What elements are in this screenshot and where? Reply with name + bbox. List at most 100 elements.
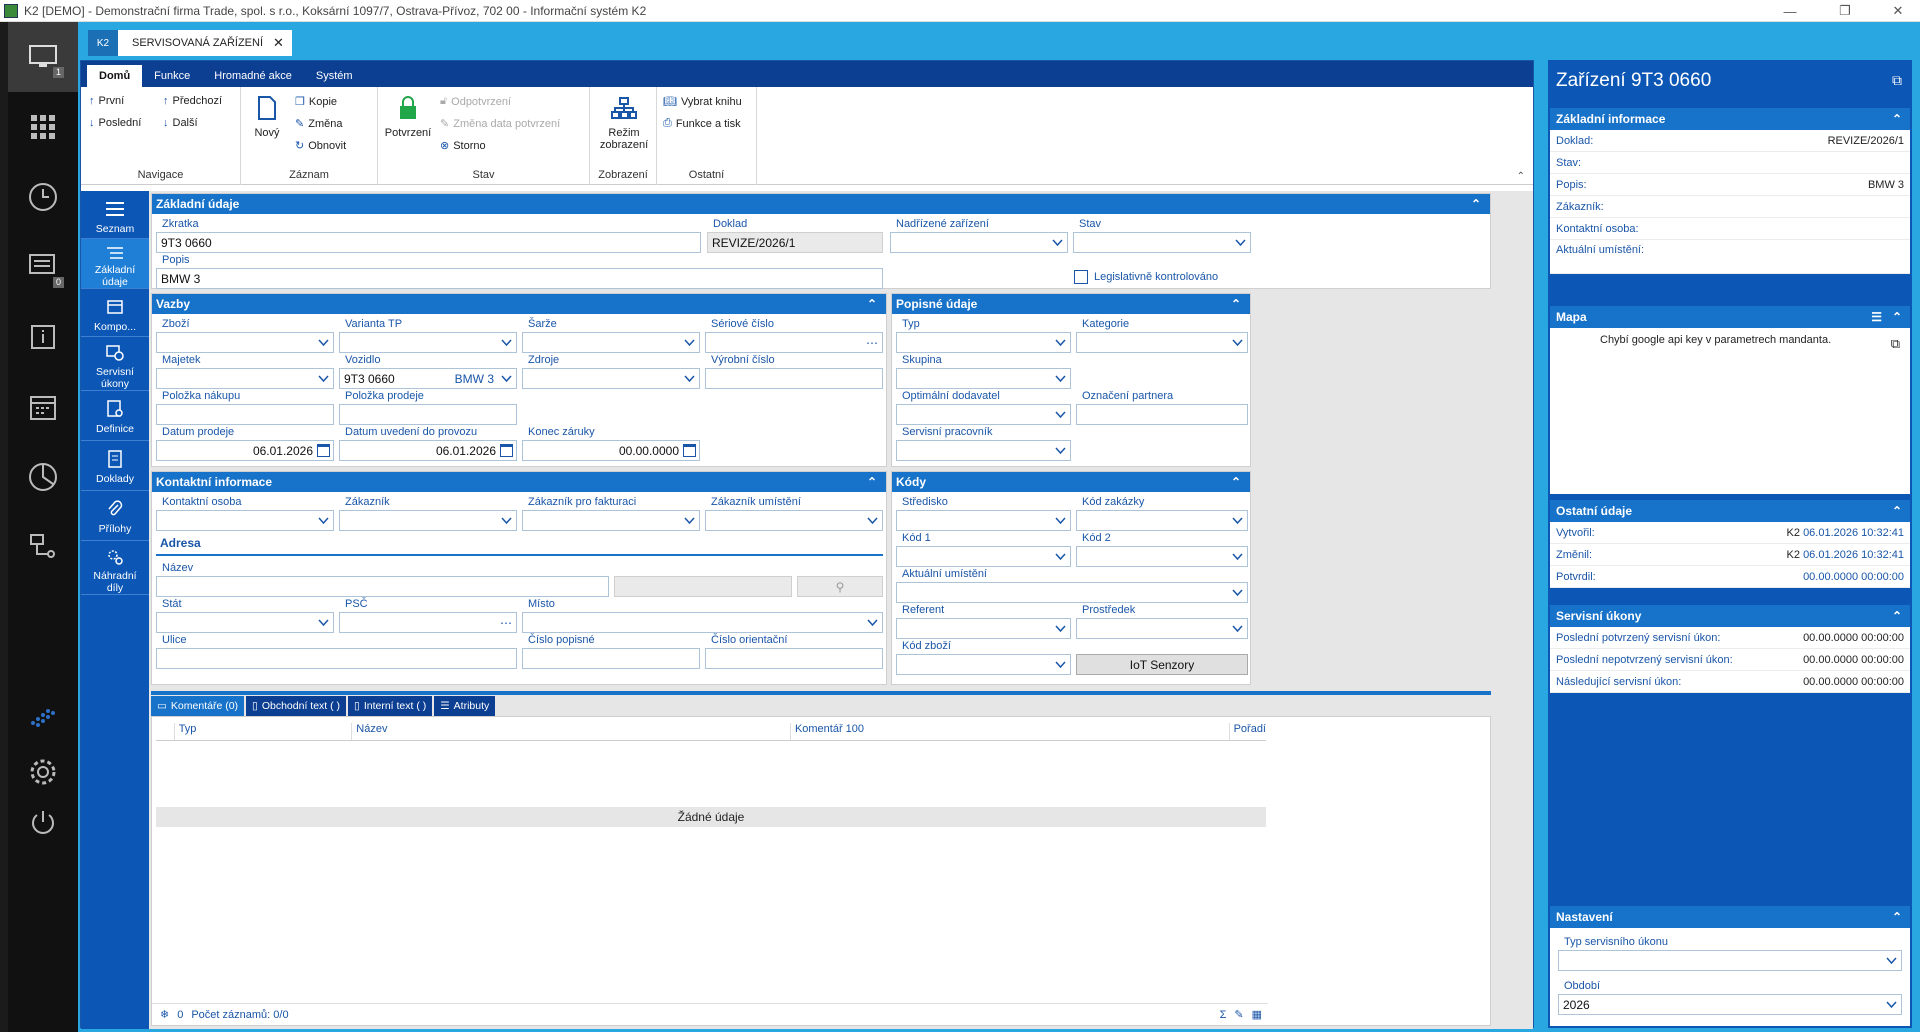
- grid-col-nazev[interactable]: Název: [352, 723, 791, 740]
- zkratka-input[interactable]: 9T3 0660: [156, 232, 701, 253]
- cislo-popisne-input[interactable]: [522, 648, 700, 669]
- menu-hromadne-akce[interactable]: Hromadné akce: [202, 65, 304, 87]
- collapse-icon[interactable]: ⌃: [1228, 296, 1244, 312]
- konec-zaruky-input[interactable]: 00.00.0000: [522, 440, 700, 461]
- tab-close-icon[interactable]: ✕: [273, 35, 284, 51]
- collapse-icon[interactable]: ⌃: [1892, 310, 1902, 324]
- popout-icon[interactable]: ⧉: [1891, 336, 1900, 352]
- formnav-komponenty[interactable]: Kompo...: [81, 289, 149, 337]
- apps-grid-icon[interactable]: [8, 92, 78, 162]
- legislative-checkbox[interactable]: [1074, 270, 1088, 284]
- menu-icon[interactable]: ☰: [1871, 310, 1882, 324]
- collapse-icon[interactable]: ⌃: [1892, 609, 1902, 623]
- formnav-seznam[interactable]: Seznam: [81, 191, 149, 239]
- zak-umisteni-select[interactable]: [705, 510, 883, 531]
- zakaznik-select[interactable]: [339, 510, 517, 531]
- more-icon[interactable]: ⋯: [866, 336, 878, 350]
- last-button[interactable]: ↓ Poslední: [89, 117, 141, 129]
- oznaceni-input[interactable]: [1076, 404, 1248, 425]
- tab-obchodni-text[interactable]: ▯ Obchodní text ( ): [246, 696, 347, 716]
- prostredek-select[interactable]: [1076, 618, 1248, 639]
- referent-select[interactable]: [896, 618, 1071, 639]
- unconfirm-button[interactable]: 🔓︎ Odpotvrzení: [440, 95, 511, 108]
- sum-icon[interactable]: Σ: [1220, 1009, 1227, 1021]
- parent-select[interactable]: [890, 232, 1068, 253]
- menu-funkce[interactable]: Funkce: [142, 65, 202, 87]
- collapse-icon[interactable]: ⌃: [1468, 196, 1484, 212]
- datum-prodeje-input[interactable]: 06.01.2026: [156, 440, 334, 461]
- popout-icon[interactable]: ⧉: [1892, 72, 1902, 89]
- vozidlo-select[interactable]: 9T3 0660 BMW 3: [339, 368, 517, 389]
- formnav-definice[interactable]: Definice: [81, 391, 149, 441]
- view-mode-button[interactable]: Režim zobrazení: [594, 93, 654, 151]
- more-icon[interactable]: ⋯: [500, 616, 512, 630]
- kod1-select[interactable]: [896, 546, 1071, 567]
- zbozi-select[interactable]: [156, 332, 334, 353]
- change-button[interactable]: ✎ Změna: [295, 117, 342, 131]
- minimize-icon[interactable]: —: [1770, 0, 1810, 22]
- history-icon[interactable]: [8, 162, 78, 232]
- info-icon[interactable]: [8, 302, 78, 372]
- grid-col-komentar[interactable]: Komentář 100: [791, 723, 1230, 740]
- kod-zbozi-select[interactable]: [896, 654, 1071, 675]
- formnav-doklady[interactable]: Doklady: [81, 441, 149, 491]
- tab-interni-text[interactable]: ▯ Interní text ( ): [348, 696, 433, 716]
- change-date-button[interactable]: ✎ Změna data potvrzení: [440, 117, 560, 131]
- stav-select[interactable]: [1073, 232, 1251, 253]
- tab-servisovana-zarizeni[interactable]: SERVISOVANÁ ZAŘÍZENÍ ✕: [118, 30, 292, 56]
- splitter[interactable]: [151, 691, 1491, 695]
- pie-chart-icon[interactable]: [8, 442, 78, 512]
- copy-button[interactable]: ❐ Kopie: [295, 95, 337, 109]
- tab-atributy[interactable]: ☰ Atributy: [434, 696, 496, 716]
- tab-k2[interactable]: K2: [88, 30, 118, 56]
- next-button[interactable]: ↓ Další: [163, 117, 198, 129]
- akt-umisteni-select[interactable]: [896, 582, 1248, 603]
- skupina-select[interactable]: [896, 368, 1071, 389]
- collapse-ribbon-icon[interactable]: ⌃: [1517, 171, 1525, 182]
- calendar-icon[interactable]: [8, 372, 78, 442]
- ulice-input[interactable]: [156, 648, 517, 669]
- collapse-icon[interactable]: ⌃: [864, 474, 880, 490]
- menu-domu[interactable]: Domů: [87, 65, 143, 87]
- datum-uvedeni-input[interactable]: 06.01.2026: [339, 440, 517, 461]
- collapse-icon[interactable]: ⌃: [1892, 112, 1902, 126]
- formnav-prilohy[interactable]: Přílohy: [81, 491, 149, 541]
- obdobi-select[interactable]: 2026: [1558, 994, 1902, 1015]
- select-book-button[interactable]: 📖︎ Vybrat knihu: [663, 95, 742, 109]
- majetek-select[interactable]: [156, 368, 334, 389]
- messages-icon[interactable]: 0: [8, 232, 78, 302]
- formnav-zakladni-udaje[interactable]: Základní údaje: [81, 239, 149, 289]
- zdroje-select[interactable]: [522, 368, 700, 389]
- kod2-select[interactable]: [1076, 546, 1248, 567]
- varianta-select[interactable]: [339, 332, 517, 353]
- iot-sensors-button[interactable]: IoT Senzory: [1076, 654, 1248, 675]
- storno-button[interactable]: ⊗ Storno: [440, 139, 486, 153]
- calendar-icon[interactable]: [500, 444, 513, 457]
- power-icon[interactable]: [8, 787, 78, 857]
- calendar-icon[interactable]: [683, 444, 696, 457]
- stat-select[interactable]: [156, 612, 334, 633]
- collapse-icon[interactable]: ⌃: [864, 296, 880, 312]
- desktop-icon[interactable]: 1: [8, 22, 78, 92]
- doklad-input[interactable]: REVIZE/2026/1: [707, 232, 883, 253]
- popis-input[interactable]: BMW 3: [156, 268, 883, 289]
- collapse-icon[interactable]: ⌃: [1892, 504, 1902, 518]
- snowflake-icon[interactable]: ❄: [160, 1008, 169, 1021]
- kategorie-select[interactable]: [1076, 332, 1248, 353]
- calendar-icon[interactable]: [317, 444, 330, 457]
- pol-prodeje-input[interactable]: [339, 404, 517, 425]
- pol-nakupu-input[interactable]: [156, 404, 334, 425]
- grid-settings-icon[interactable]: ▦: [1252, 1008, 1262, 1021]
- fakturace-select[interactable]: [522, 510, 700, 531]
- kontakt-osoba-select[interactable]: [156, 510, 334, 531]
- print-button[interactable]: ⎙ Funkce a tisk: [663, 117, 741, 130]
- kod-zakazky-select[interactable]: [1076, 510, 1248, 531]
- grid-col-poradi[interactable]: Pořadí: [1230, 723, 1266, 740]
- menu-system[interactable]: Systém: [304, 65, 365, 87]
- seriove-input[interactable]: ⋯: [705, 332, 883, 353]
- formnav-servisni-ukony[interactable]: Servisní úkony: [81, 337, 149, 391]
- typ-select[interactable]: [896, 332, 1071, 353]
- sarze-select[interactable]: [522, 332, 700, 353]
- network-icon[interactable]: [8, 512, 78, 582]
- vyrobni-input[interactable]: [705, 368, 883, 389]
